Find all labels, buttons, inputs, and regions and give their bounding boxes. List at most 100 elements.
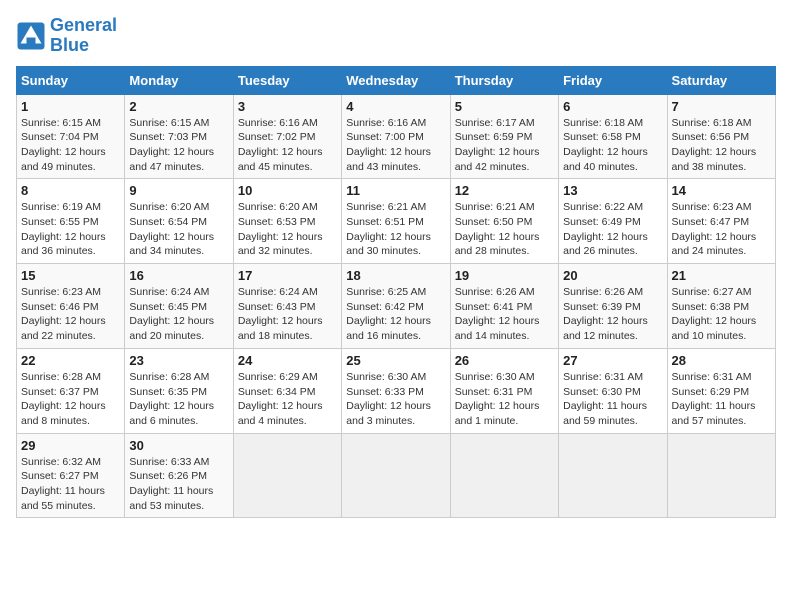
day-info: Sunrise: 6:30 AM Sunset: 6:33 PM Dayligh… <box>346 370 445 429</box>
calendar-day-cell: 15 Sunrise: 6:23 AM Sunset: 6:46 PM Dayl… <box>17 264 125 349</box>
day-number: 7 <box>672 99 771 114</box>
calendar-day-cell: 26 Sunrise: 6:30 AM Sunset: 6:31 PM Dayl… <box>450 348 558 433</box>
day-number: 19 <box>455 268 554 283</box>
calendar-day-cell: 10 Sunrise: 6:20 AM Sunset: 6:53 PM Dayl… <box>233 179 341 264</box>
day-info: Sunrise: 6:26 AM Sunset: 6:41 PM Dayligh… <box>455 285 554 344</box>
day-info: Sunrise: 6:31 AM Sunset: 6:30 PM Dayligh… <box>563 370 662 429</box>
calendar-day-cell: 20 Sunrise: 6:26 AM Sunset: 6:39 PM Dayl… <box>559 264 667 349</box>
logo: General Blue <box>16 16 117 56</box>
day-info: Sunrise: 6:23 AM Sunset: 6:47 PM Dayligh… <box>672 200 771 259</box>
day-number: 16 <box>129 268 228 283</box>
day-number: 9 <box>129 183 228 198</box>
calendar-day-cell <box>559 433 667 518</box>
day-number: 18 <box>346 268 445 283</box>
day-number: 12 <box>455 183 554 198</box>
calendar-day-cell: 1 Sunrise: 6:15 AM Sunset: 7:04 PM Dayli… <box>17 94 125 179</box>
day-number: 6 <box>563 99 662 114</box>
day-info: Sunrise: 6:31 AM Sunset: 6:29 PM Dayligh… <box>672 370 771 429</box>
weekday-header: Sunday <box>17 66 125 94</box>
day-info: Sunrise: 6:18 AM Sunset: 6:56 PM Dayligh… <box>672 116 771 175</box>
day-info: Sunrise: 6:23 AM Sunset: 6:46 PM Dayligh… <box>21 285 120 344</box>
day-number: 8 <box>21 183 120 198</box>
day-number: 13 <box>563 183 662 198</box>
day-info: Sunrise: 6:16 AM Sunset: 7:00 PM Dayligh… <box>346 116 445 175</box>
logo-text: General Blue <box>50 16 117 56</box>
day-number: 10 <box>238 183 337 198</box>
calendar-day-cell: 23 Sunrise: 6:28 AM Sunset: 6:35 PM Dayl… <box>125 348 233 433</box>
calendar-day-cell: 14 Sunrise: 6:23 AM Sunset: 6:47 PM Dayl… <box>667 179 775 264</box>
calendar-day-cell: 30 Sunrise: 6:33 AM Sunset: 6:26 PM Dayl… <box>125 433 233 518</box>
calendar-day-cell <box>233 433 341 518</box>
calendar-day-cell: 11 Sunrise: 6:21 AM Sunset: 6:51 PM Dayl… <box>342 179 450 264</box>
calendar-day-cell <box>667 433 775 518</box>
day-number: 2 <box>129 99 228 114</box>
calendar-day-cell: 7 Sunrise: 6:18 AM Sunset: 6:56 PM Dayli… <box>667 94 775 179</box>
day-number: 22 <box>21 353 120 368</box>
day-info: Sunrise: 6:19 AM Sunset: 6:55 PM Dayligh… <box>21 200 120 259</box>
calendar-week-row: 29 Sunrise: 6:32 AM Sunset: 6:27 PM Dayl… <box>17 433 776 518</box>
calendar-day-cell: 24 Sunrise: 6:29 AM Sunset: 6:34 PM Dayl… <box>233 348 341 433</box>
day-number: 1 <box>21 99 120 114</box>
day-info: Sunrise: 6:15 AM Sunset: 7:04 PM Dayligh… <box>21 116 120 175</box>
calendar-header: SundayMondayTuesdayWednesdayThursdayFrid… <box>17 66 776 94</box>
calendar-day-cell: 3 Sunrise: 6:16 AM Sunset: 7:02 PM Dayli… <box>233 94 341 179</box>
day-info: Sunrise: 6:28 AM Sunset: 6:35 PM Dayligh… <box>129 370 228 429</box>
calendar-table: SundayMondayTuesdayWednesdayThursdayFrid… <box>16 66 776 519</box>
calendar-week-row: 8 Sunrise: 6:19 AM Sunset: 6:55 PM Dayli… <box>17 179 776 264</box>
day-info: Sunrise: 6:26 AM Sunset: 6:39 PM Dayligh… <box>563 285 662 344</box>
day-info: Sunrise: 6:32 AM Sunset: 6:27 PM Dayligh… <box>21 455 120 514</box>
day-info: Sunrise: 6:21 AM Sunset: 6:51 PM Dayligh… <box>346 200 445 259</box>
day-number: 24 <box>238 353 337 368</box>
calendar-day-cell <box>342 433 450 518</box>
calendar-day-cell: 22 Sunrise: 6:28 AM Sunset: 6:37 PM Dayl… <box>17 348 125 433</box>
day-info: Sunrise: 6:16 AM Sunset: 7:02 PM Dayligh… <box>238 116 337 175</box>
calendar-day-cell: 8 Sunrise: 6:19 AM Sunset: 6:55 PM Dayli… <box>17 179 125 264</box>
day-info: Sunrise: 6:20 AM Sunset: 6:53 PM Dayligh… <box>238 200 337 259</box>
calendar-day-cell: 13 Sunrise: 6:22 AM Sunset: 6:49 PM Dayl… <box>559 179 667 264</box>
calendar-day-cell: 12 Sunrise: 6:21 AM Sunset: 6:50 PM Dayl… <box>450 179 558 264</box>
day-info: Sunrise: 6:17 AM Sunset: 6:59 PM Dayligh… <box>455 116 554 175</box>
day-info: Sunrise: 6:33 AM Sunset: 6:26 PM Dayligh… <box>129 455 228 514</box>
day-number: 29 <box>21 438 120 453</box>
calendar-day-cell: 28 Sunrise: 6:31 AM Sunset: 6:29 PM Dayl… <box>667 348 775 433</box>
calendar-week-row: 22 Sunrise: 6:28 AM Sunset: 6:37 PM Dayl… <box>17 348 776 433</box>
weekday-header: Monday <box>125 66 233 94</box>
weekday-header: Wednesday <box>342 66 450 94</box>
day-number: 21 <box>672 268 771 283</box>
weekday-header: Tuesday <box>233 66 341 94</box>
day-info: Sunrise: 6:20 AM Sunset: 6:54 PM Dayligh… <box>129 200 228 259</box>
calendar-day-cell: 5 Sunrise: 6:17 AM Sunset: 6:59 PM Dayli… <box>450 94 558 179</box>
calendar-day-cell: 25 Sunrise: 6:30 AM Sunset: 6:33 PM Dayl… <box>342 348 450 433</box>
day-info: Sunrise: 6:22 AM Sunset: 6:49 PM Dayligh… <box>563 200 662 259</box>
logo-icon <box>16 21 46 51</box>
day-number: 17 <box>238 268 337 283</box>
day-number: 3 <box>238 99 337 114</box>
day-info: Sunrise: 6:24 AM Sunset: 6:45 PM Dayligh… <box>129 285 228 344</box>
calendar-day-cell: 19 Sunrise: 6:26 AM Sunset: 6:41 PM Dayl… <box>450 264 558 349</box>
calendar-day-cell: 4 Sunrise: 6:16 AM Sunset: 7:00 PM Dayli… <box>342 94 450 179</box>
calendar-day-cell: 29 Sunrise: 6:32 AM Sunset: 6:27 PM Dayl… <box>17 433 125 518</box>
calendar-day-cell: 27 Sunrise: 6:31 AM Sunset: 6:30 PM Dayl… <box>559 348 667 433</box>
calendar-week-row: 1 Sunrise: 6:15 AM Sunset: 7:04 PM Dayli… <box>17 94 776 179</box>
calendar-day-cell: 9 Sunrise: 6:20 AM Sunset: 6:54 PM Dayli… <box>125 179 233 264</box>
day-number: 15 <box>21 268 120 283</box>
day-info: Sunrise: 6:18 AM Sunset: 6:58 PM Dayligh… <box>563 116 662 175</box>
day-number: 11 <box>346 183 445 198</box>
calendar-day-cell <box>450 433 558 518</box>
day-info: Sunrise: 6:30 AM Sunset: 6:31 PM Dayligh… <box>455 370 554 429</box>
day-number: 28 <box>672 353 771 368</box>
day-number: 4 <box>346 99 445 114</box>
day-number: 5 <box>455 99 554 114</box>
calendar-day-cell: 6 Sunrise: 6:18 AM Sunset: 6:58 PM Dayli… <box>559 94 667 179</box>
weekday-header: Thursday <box>450 66 558 94</box>
calendar-day-cell: 18 Sunrise: 6:25 AM Sunset: 6:42 PM Dayl… <box>342 264 450 349</box>
day-info: Sunrise: 6:15 AM Sunset: 7:03 PM Dayligh… <box>129 116 228 175</box>
day-info: Sunrise: 6:29 AM Sunset: 6:34 PM Dayligh… <box>238 370 337 429</box>
day-number: 20 <box>563 268 662 283</box>
day-number: 30 <box>129 438 228 453</box>
day-info: Sunrise: 6:21 AM Sunset: 6:50 PM Dayligh… <box>455 200 554 259</box>
day-info: Sunrise: 6:25 AM Sunset: 6:42 PM Dayligh… <box>346 285 445 344</box>
calendar-day-cell: 21 Sunrise: 6:27 AM Sunset: 6:38 PM Dayl… <box>667 264 775 349</box>
day-number: 25 <box>346 353 445 368</box>
calendar-day-cell: 16 Sunrise: 6:24 AM Sunset: 6:45 PM Dayl… <box>125 264 233 349</box>
